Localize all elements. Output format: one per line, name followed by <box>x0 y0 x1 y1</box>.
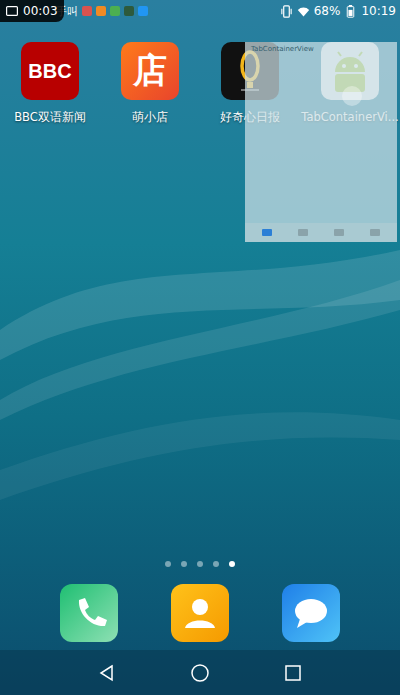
recents-icon[interactable] <box>283 663 303 683</box>
tab-icon[interactable] <box>370 229 380 236</box>
page-dot[interactable] <box>165 561 171 567</box>
app-label: 萌小店 <box>132 110 168 125</box>
contacts-icon[interactable] <box>171 584 229 642</box>
home-screen: 手叫 68% 10:19 00:03 BBC BBC双语新闻店 萌小店 好奇心日… <box>0 0 400 695</box>
notification-icon <box>82 6 92 16</box>
tab-icon[interactable] <box>262 229 272 236</box>
notification-icon <box>138 6 148 16</box>
navigation-bar <box>0 650 400 695</box>
back-icon[interactable] <box>97 663 117 683</box>
battery-percent: 68% <box>314 4 341 18</box>
floating-window-title: TabContainerView <box>245 42 397 56</box>
tab-icon[interactable] <box>298 229 308 236</box>
app-shortcut[interactable]: 店 萌小店 <box>100 42 200 125</box>
phone-icon[interactable] <box>60 584 118 642</box>
clock: 10:19 <box>361 4 396 18</box>
battery-icon <box>344 5 357 18</box>
shop-logo-icon: 店 <box>121 42 179 100</box>
floating-window[interactable]: TabContainerView <box>245 42 397 242</box>
recording-timer[interactable]: 00:03 <box>0 0 64 22</box>
floating-window-tab-bar <box>245 223 397 242</box>
page-dot[interactable] <box>229 561 235 567</box>
page-dot[interactable] <box>197 561 203 567</box>
page-dot[interactable] <box>181 561 187 567</box>
app-shortcut[interactable]: BBC BBC双语新闻 <box>0 42 100 125</box>
messages-icon[interactable] <box>282 584 340 642</box>
dock <box>0 584 400 650</box>
notification-icon <box>124 6 134 16</box>
page-indicator <box>0 561 400 567</box>
tab-icon[interactable] <box>334 229 344 236</box>
status-bar: 手叫 68% 10:19 00:03 <box>0 0 400 22</box>
wifi-icon <box>297 5 310 18</box>
vibrate-icon <box>280 5 293 18</box>
bbc-logo-icon: BBC <box>21 42 79 100</box>
touch-indicator <box>342 86 362 106</box>
page-dot[interactable] <box>213 561 219 567</box>
screen-record-icon <box>6 6 18 16</box>
notification-icon <box>110 6 120 16</box>
home-icon[interactable] <box>190 663 210 683</box>
app-label: BBC双语新闻 <box>14 110 86 125</box>
notification-icon <box>96 6 106 16</box>
